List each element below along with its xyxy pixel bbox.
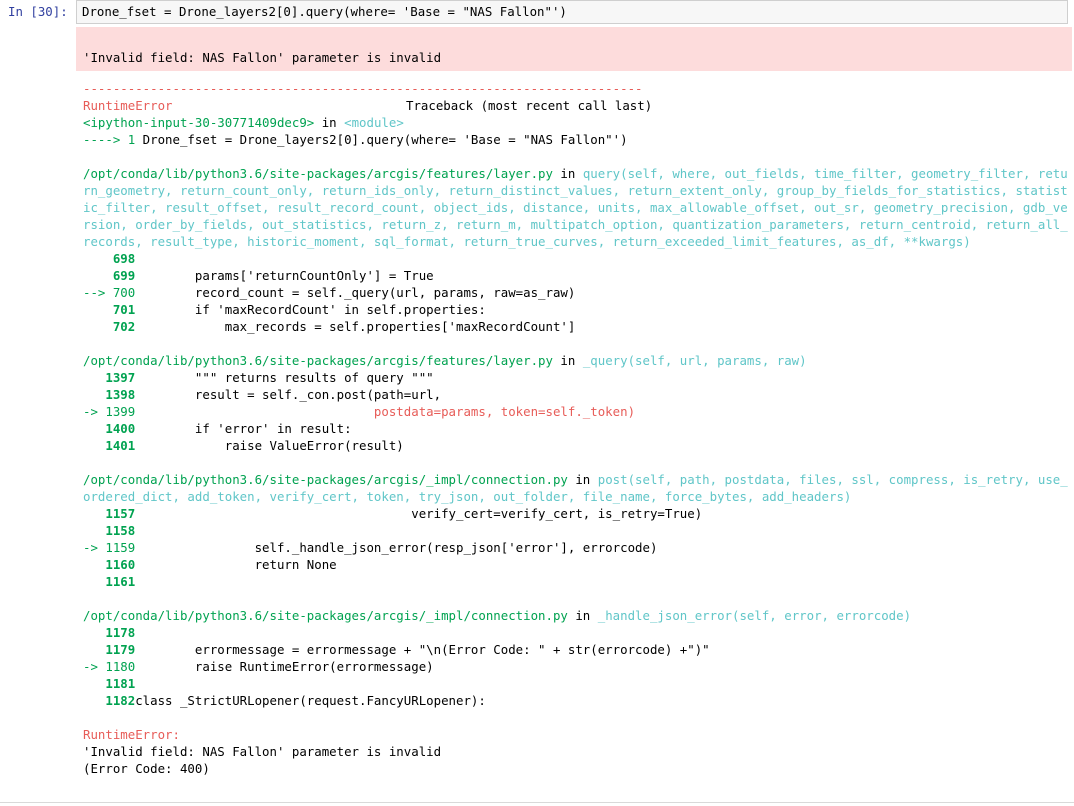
frame-file: /opt/conda/lib/python3.6/site-packages/a… (83, 353, 553, 368)
line-number: 1158 (83, 523, 136, 538)
code-input-line[interactable]: Drone_fset = Drone_layers2[0].query(wher… (82, 3, 567, 20)
line-number: -> 1159 (83, 540, 136, 555)
line-number: 701 (83, 302, 136, 317)
line-number: --> 700 (83, 285, 136, 300)
line-number: -> 1399 (83, 404, 136, 419)
code-line: 1178 (83, 624, 1068, 641)
code-line: 1182class _StrictURLopener(request.Fancy… (83, 692, 1068, 709)
frame-in-text: in (552, 353, 583, 368)
line-code: result = self._con.post(path=url, (135, 387, 442, 402)
line-number: 1161 (83, 574, 136, 589)
code-line: 1400 if 'error' in result: (83, 420, 1068, 437)
line-code: max_records = self.properties['maxRecord… (135, 319, 576, 334)
line-code: raise ValueError(result) (135, 438, 404, 453)
line-code: postdata=params, token=self._token) (135, 404, 636, 419)
code-line: 1179 errormessage = errormessage + "\n(E… (83, 641, 1068, 658)
line-number: 1400 (83, 421, 136, 436)
frame-function: _query(self, url, params, raw) (582, 353, 807, 368)
final-error-code: (Error Code: 400) (83, 761, 210, 776)
final-error-message: 'Invalid field: NAS Fallon' parameter is… (83, 744, 442, 759)
line-code: params['returnCountOnly'] = True (135, 268, 434, 283)
traceback-separator: ----------------------------------------… (83, 81, 643, 96)
traceback-header: RuntimeError Traceback (most recent call … (83, 97, 1068, 114)
code-line: 1161 (83, 573, 1068, 590)
module-line: <ipython-input-30-30771409dec9> in <modu… (83, 114, 1068, 131)
line-number: 1397 (83, 370, 136, 385)
frame-file: /opt/conda/lib/python3.6/site-packages/a… (83, 472, 568, 487)
line-code: record_count = self._query(url, params, … (135, 285, 576, 300)
module-arrow-line: ----> 1 Drone_fset = Drone_layers2[0].qu… (83, 132, 628, 147)
frame-file: /opt/conda/lib/python3.6/site-packages/a… (83, 608, 568, 623)
line-number: 1160 (83, 557, 136, 572)
frame-file: /opt/conda/lib/python3.6/site-packages/a… (83, 166, 553, 181)
module-ref: <ipython-input-30-30771409dec9> (83, 115, 315, 130)
line-number: -> 1180 (83, 659, 136, 674)
code-line: --> 700 record_count = self._query(url, … (83, 284, 1068, 301)
traceback-output: ----------------------------------------… (83, 80, 1068, 777)
line-number: 1179 (83, 642, 136, 657)
code-line: 701 if 'maxRecordCount' in self.properti… (83, 301, 1068, 318)
line-number: 1182 (83, 693, 136, 708)
frame-in-text: in (552, 166, 583, 181)
code-line: 1158 (83, 522, 1068, 539)
frame-header: /opt/conda/lib/python3.6/site-packages/a… (83, 607, 1068, 624)
line-code: class _StrictURLopener(request.FancyURLo… (135, 693, 486, 708)
line-number: 1181 (83, 676, 136, 691)
error-type: RuntimeError (83, 98, 173, 113)
code-line: 698 (83, 250, 1068, 267)
code-line: 1160 return None (83, 556, 1068, 573)
line-code: errormessage = errormessage + "\n(Error … (135, 642, 710, 657)
frame-in-text: in (567, 472, 598, 487)
line-number: 699 (83, 268, 136, 283)
final-error-type: RuntimeError: (83, 727, 180, 742)
code-line: 1401 raise ValueError(result) (83, 437, 1068, 454)
line-number: 698 (83, 251, 136, 266)
module-name: <module> (344, 115, 404, 130)
code-line: 699 params['returnCountOnly'] = True (83, 267, 1068, 284)
code-line: -> 1399 postdata=params, token=self._tok… (83, 403, 1068, 420)
line-number: 1401 (83, 438, 136, 453)
frame-function: _handle_json_error(self, error, errorcod… (597, 608, 912, 623)
line-code: raise RuntimeError(errormessage) (135, 659, 434, 674)
code-line: 1397 """ returns results of query """ (83, 369, 1068, 386)
line-code: """ returns results of query """ (135, 370, 434, 385)
frame-header: /opt/conda/lib/python3.6/site-packages/a… (83, 471, 1068, 505)
line-code: self._handle_json_error(resp_json['error… (135, 540, 658, 555)
line-code: verify_cert=verify_cert, is_retry=True) (135, 506, 703, 521)
frame-header: /opt/conda/lib/python3.6/site-packages/a… (83, 352, 1068, 369)
line-number: 1398 (83, 387, 136, 402)
line-code: if 'error' in result: (135, 421, 352, 436)
line-code: if 'maxRecordCount' in self.properties: (135, 302, 486, 317)
code-line: 1181 (83, 675, 1068, 692)
traceback-header-right: Traceback (most recent call last) (406, 98, 653, 113)
frame-header: /opt/conda/lib/python3.6/site-packages/a… (83, 165, 1068, 250)
traceback-frames: /opt/conda/lib/python3.6/site-packages/a… (83, 165, 1068, 726)
cell-divider (0, 802, 1074, 803)
line-number: 702 (83, 319, 136, 334)
code-line: 1157 verify_cert=verify_cert, is_retry=T… (83, 505, 1068, 522)
code-line: 702 max_records = self.properties['maxRe… (83, 318, 1068, 335)
module-in-text: in (314, 115, 345, 130)
line-code: return None (135, 557, 337, 572)
code-line: -> 1180 raise RuntimeError(errormessage) (83, 658, 1068, 675)
code-line: -> 1159 self._handle_json_error(resp_jso… (83, 539, 1068, 556)
line-number: 1178 (83, 625, 136, 640)
code-line: 1398 result = self._con.post(path=url, (83, 386, 1068, 403)
frame-in-text: in (567, 608, 598, 623)
stderr-message: 'Invalid field: NAS Fallon' parameter is… (83, 50, 442, 65)
input-prompt: In [30]: (8, 4, 68, 19)
notebook-cell: In [30]: Drone_fset = Drone_layers2[0].q… (0, 0, 1074, 806)
line-number: 1157 (83, 506, 136, 521)
